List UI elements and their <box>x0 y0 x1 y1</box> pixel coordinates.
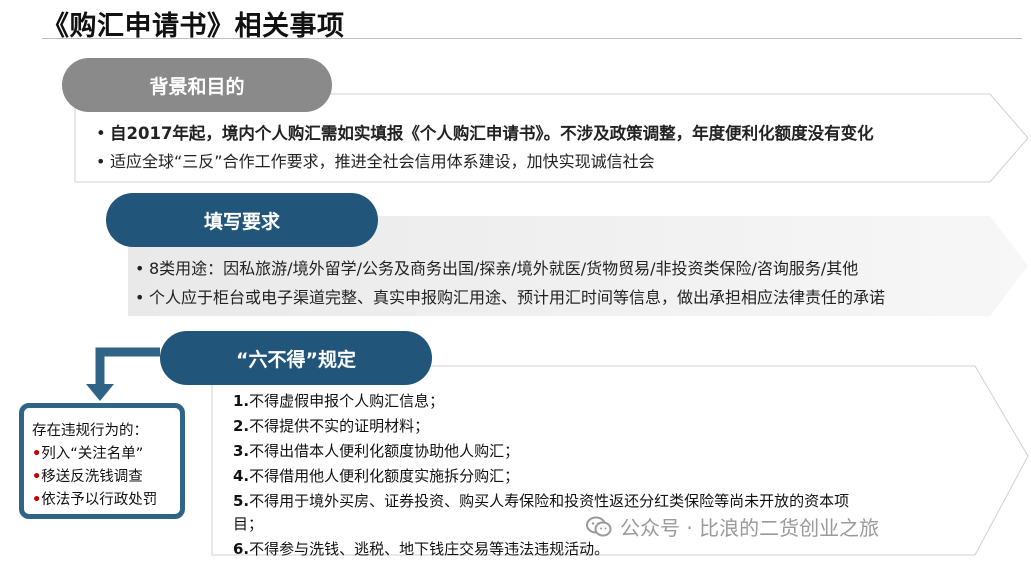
section3-heading-label: “六不得”规定 <box>236 348 356 371</box>
section2-item: • 8类用途：因私旅游/境外留学/公务及商务出国/探亲/境外就医/货物贸易/非投资… <box>135 255 858 279</box>
section2-item-text: 8类用途：因私旅游/境外留学/公务及商务出国/探亲/境外就医/货物贸易/非投资类… <box>149 259 859 278</box>
section3-heading: “六不得”规定 <box>160 331 432 385</box>
wechat-icon <box>586 516 612 536</box>
section2-heading: 填写要求 <box>106 193 378 247</box>
rule-item: 1.不得虚假申报个人购汇信息； <box>233 392 445 410</box>
bullet-icon: • <box>96 124 106 143</box>
section2-item: • 个人应于柜台或电子渠道完整、真实申报购汇用途、预计用汇时间等信息，做出承担相应… <box>135 284 885 308</box>
bullet-icon: • <box>32 469 42 485</box>
bullet-icon: • <box>135 259 145 278</box>
section1-heading-label: 背景和目的 <box>149 75 245 98</box>
section2-heading-label: 填写要求 <box>203 210 280 233</box>
rule-item: 4.不得借用他人便利化额度实施拆分购汇； <box>233 467 520 485</box>
watermark: 公众号 · 比浪的二货创业之旅 <box>586 512 879 541</box>
section2-item-text: 个人应于柜台或电子渠道完整、真实申报购汇用途、预计用汇时间等信息，做出承担相应法… <box>149 288 886 307</box>
section1-item-text: 自2017年起，境内个人购汇需如实填报《个人购汇申请书》。不涉及政策调整，年度便… <box>110 124 874 143</box>
violation-heading: 存在违规行为的： <box>32 423 148 439</box>
rule-item: 5.不得用于境外买房、证券投资、购买人寿保险和投资性返还分红类保险等尚未开放的资… <box>233 492 850 510</box>
rule-item-continued: 目； <box>233 515 264 533</box>
violation-item: •列入“关注名单” <box>32 446 144 462</box>
bullet-icon: • <box>96 152 106 171</box>
section1-item-text: 适应全球“三反”合作工作要求，推进全社会信用体系建设，加快实现诚信社会 <box>110 152 655 171</box>
violation-box: 存在违规行为的： •列入“关注名单” •移送反洗钱调查 •依法予以行政处罚 <box>19 403 185 519</box>
section1-heading: 背景和目的 <box>62 58 332 112</box>
bullet-icon: • <box>135 288 145 307</box>
section1-item: • 自2017年起，境内个人购汇需如实填报《个人购汇申请书》。不涉及政策调整，年度… <box>96 120 874 144</box>
down-left-arrow-icon <box>86 347 160 401</box>
section1-item: • 适应全球“三反”合作工作要求，推进全社会信用体系建设，加快实现诚信社会 <box>96 148 655 172</box>
bullet-icon: • <box>32 492 42 508</box>
watermark-text: 公众号 · 比浪的二货创业之旅 <box>620 516 880 540</box>
rule-item: 2.不得提供不实的证明材料； <box>233 417 430 435</box>
violation-item: •依法予以行政处罚 <box>32 492 158 508</box>
violation-item: •移送反洗钱调查 <box>32 469 143 485</box>
rule-item: 3.不得出借本人便利化额度协助他人购汇； <box>233 442 520 460</box>
rule-item: 6.不得参与洗钱、逃税、地下钱庄交易等违法违规活动。 <box>233 540 610 558</box>
bullet-icon: • <box>32 446 42 462</box>
